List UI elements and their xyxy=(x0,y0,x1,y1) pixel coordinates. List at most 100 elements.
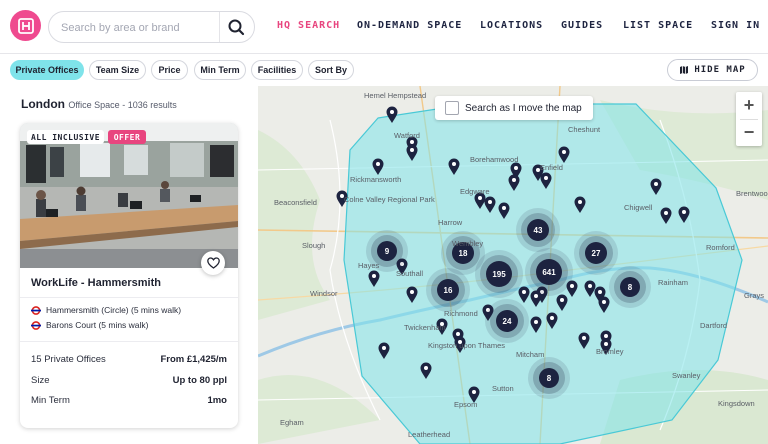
map-pin-dot xyxy=(534,320,538,324)
station-name: Hammersmith (Circle) (5 mins walk) xyxy=(46,305,182,315)
place-label: Windsor xyxy=(310,289,338,298)
search-as-move-toggle[interactable]: Search as I move the map xyxy=(435,96,593,120)
place-label: Enfield xyxy=(540,163,563,172)
place-label: Sutton xyxy=(492,384,514,393)
search-button[interactable] xyxy=(225,18,247,36)
place-label: Kingston upon Thames xyxy=(428,341,505,350)
map-pin-dot xyxy=(682,210,686,214)
map-view[interactable]: 9 18 195 641 43 27 16 8 24 8 Hemel Hempstead Watfo… xyxy=(258,86,768,444)
price-value: From £1,425/m xyxy=(160,354,227,365)
map-pin-dot xyxy=(478,196,482,200)
place-label: Brentwood xyxy=(736,189,768,198)
filter-facilities[interactable]: Facilities xyxy=(251,60,303,80)
search-input[interactable] xyxy=(61,18,221,38)
cluster-count: 43 xyxy=(534,226,543,235)
map-pin-dot xyxy=(522,290,526,294)
place-label: Chigwell xyxy=(624,203,653,212)
place-label: Watford xyxy=(394,131,420,140)
term-value: 1mo xyxy=(207,395,227,406)
zoom-in-button[interactable]: + xyxy=(736,92,762,119)
filter-private-offices[interactable]: Private Offices xyxy=(10,60,84,80)
zoom-controls: + − xyxy=(736,92,762,146)
map-icon xyxy=(680,66,689,74)
station-name: Barons Court (5 mins walk) xyxy=(46,320,149,330)
map-pin-dot xyxy=(560,298,564,302)
place-label: Southall xyxy=(396,269,423,278)
place-label: Borehamwood xyxy=(470,155,518,164)
search-as-move-checkbox[interactable] xyxy=(445,101,459,115)
place-label: Grays xyxy=(744,291,764,300)
favorite-button[interactable] xyxy=(201,251,225,275)
results-city: London xyxy=(21,97,65,111)
station-item: Barons Court (5 mins walk) xyxy=(31,320,149,330)
listing-card[interactable]: ALL INCLUSIVE OFFER WorkLife - Hammersmi… xyxy=(20,123,238,428)
place-label: Twickenham xyxy=(404,323,446,332)
cluster-marker[interactable]: 24 xyxy=(485,299,529,343)
size-row: Size Up to 80 ppl xyxy=(31,375,227,386)
map-pin-dot xyxy=(604,342,608,346)
zoom-out-button[interactable]: − xyxy=(736,119,762,146)
listing-photo[interactable]: ALL INCLUSIVE OFFER xyxy=(20,123,238,268)
size-value: Up to 80 ppl xyxy=(172,375,227,386)
place-label: Hemel Hempstead xyxy=(364,91,426,100)
map-pin-dot xyxy=(664,211,668,215)
nav-locations[interactable]: LOCATIONS xyxy=(480,20,543,31)
cluster-count: 195 xyxy=(492,270,506,279)
place-label: Kingsdown xyxy=(718,399,755,408)
map-pin-dot xyxy=(456,332,460,336)
map-pin-dot xyxy=(424,366,428,370)
map-pin-dot xyxy=(390,110,394,114)
map-pin-dot xyxy=(410,148,414,152)
offices-count: 15 Private Offices xyxy=(31,354,106,365)
place-label: Rainham xyxy=(658,278,688,287)
place-label: Colne Valley Regional Park xyxy=(344,195,435,204)
place-label: Harrow xyxy=(438,218,463,227)
hide-map-button[interactable]: HIDE MAP xyxy=(667,59,758,81)
map-pin-dot xyxy=(598,290,602,294)
place-label: Swanley xyxy=(672,371,701,380)
map-pin-dot xyxy=(512,178,516,182)
place-label: Bromley xyxy=(596,347,624,356)
cluster-marker[interactable]: 27 xyxy=(574,231,618,275)
place-label: Rickmansworth xyxy=(350,175,401,184)
map-pin-dot xyxy=(588,284,592,288)
results-heading: London Office Space - 1036 results xyxy=(21,97,177,111)
map-pin-dot xyxy=(570,284,574,288)
filter-team-size[interactable]: Team Size xyxy=(89,60,146,80)
filter-bar: Private Offices Team Size Price Min Term… xyxy=(0,54,768,86)
cluster-marker[interactable]: 641 xyxy=(525,248,573,296)
nav-hq-search[interactable]: HQ SEARCH xyxy=(277,20,340,31)
map-pin-dot xyxy=(604,334,608,338)
cluster-marker[interactable]: 195 xyxy=(475,250,523,298)
zoom-divider xyxy=(740,119,758,120)
map-canvas[interactable]: 9 18 195 641 43 27 16 8 24 8 Hemel Hempstead Watfo… xyxy=(258,86,768,444)
cluster-count: 641 xyxy=(542,268,556,277)
search-icon xyxy=(228,19,245,36)
listing-title[interactable]: WorkLife - Hammersmith xyxy=(31,277,161,289)
filter-min-term[interactable]: Min Term xyxy=(194,60,246,80)
search-bar xyxy=(48,11,255,43)
nav-guides[interactable]: GUIDES xyxy=(561,20,603,31)
cluster-marker[interactable]: 43 xyxy=(516,208,560,252)
cluster-count: 24 xyxy=(503,317,512,326)
place-label: Hayes xyxy=(358,261,380,270)
cluster-marker[interactable]: 8 xyxy=(528,357,570,399)
nav-list-space[interactable]: LIST SPACE xyxy=(623,20,693,31)
hide-map-label: HIDE MAP xyxy=(694,65,746,75)
place-label: Mitcham xyxy=(516,350,544,359)
map-pin-dot xyxy=(654,182,658,186)
place-label: Wembley xyxy=(452,239,483,248)
map-pin-dot xyxy=(410,290,414,294)
cluster-marker[interactable]: 8 xyxy=(609,266,651,308)
map-pin-dot xyxy=(372,274,376,278)
hq-logo[interactable] xyxy=(10,10,41,41)
offer-badge: OFFER xyxy=(108,130,146,144)
nav-sign-in[interactable]: SIGN IN xyxy=(711,20,760,31)
filter-sort-by[interactable]: Sort By xyxy=(308,60,354,80)
cluster-count: 8 xyxy=(628,283,633,292)
filter-price[interactable]: Price xyxy=(151,60,188,80)
cluster-marker[interactable]: 16 xyxy=(426,268,470,312)
cluster-count: 8 xyxy=(547,374,552,383)
map-pin-dot xyxy=(534,294,538,298)
nav-on-demand-space[interactable]: ON-DEMAND SPACE xyxy=(357,20,462,31)
